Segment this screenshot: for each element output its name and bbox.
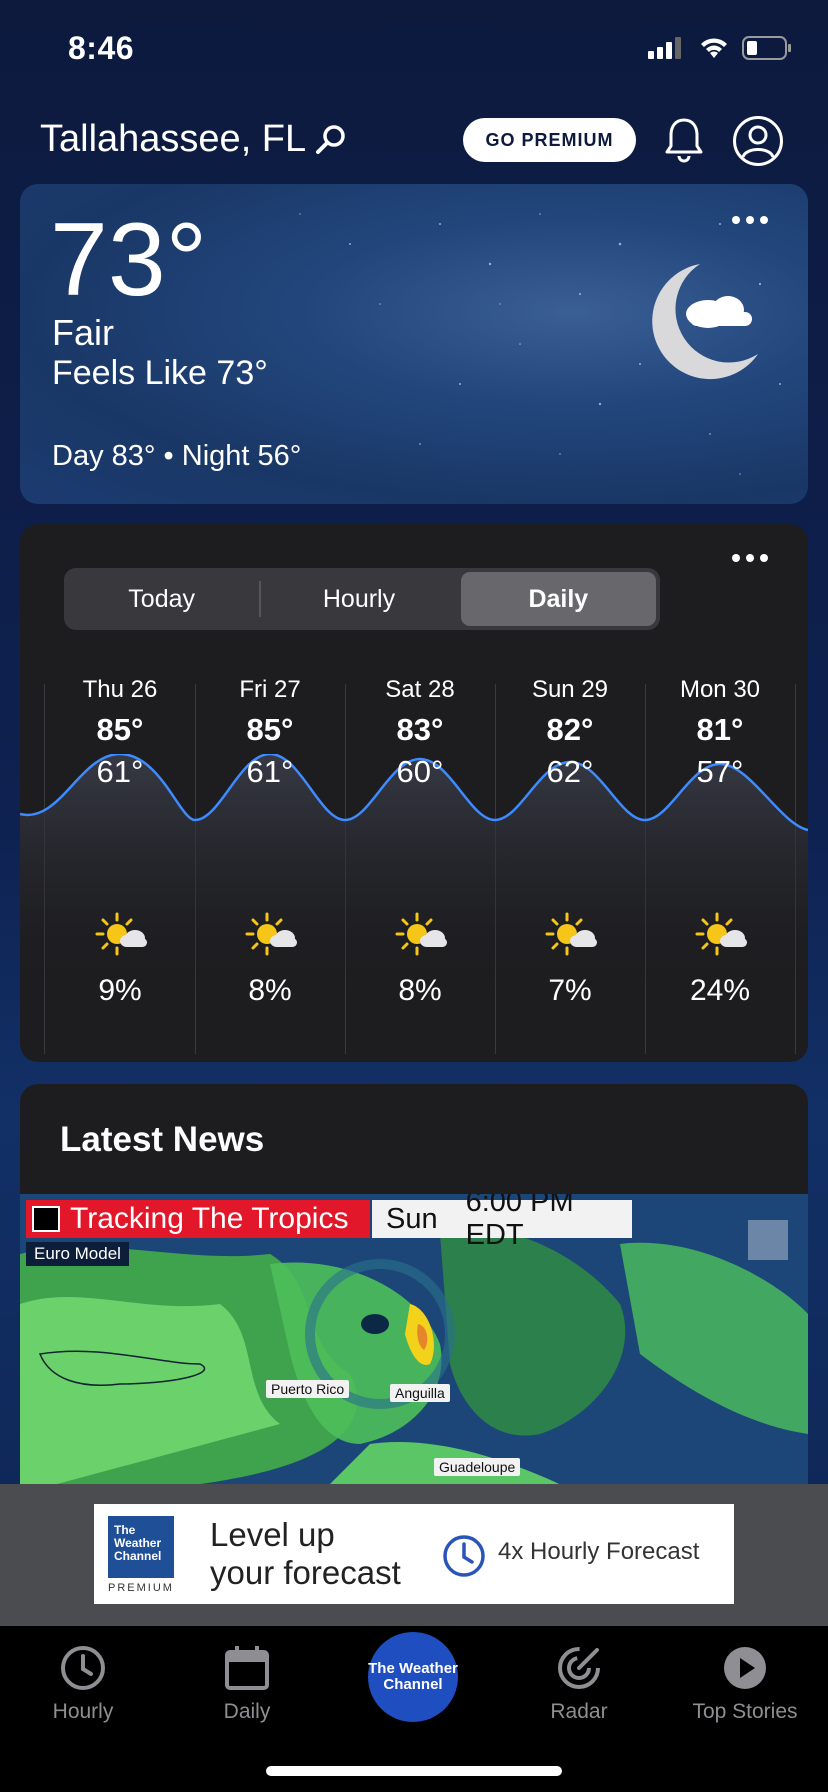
map-label-puerto-rico: Puerto Rico bbox=[266, 1380, 350, 1398]
home-indicator bbox=[266, 1766, 562, 1776]
day-precip: 8% bbox=[398, 974, 442, 1007]
battery-icon bbox=[742, 36, 791, 60]
ad-headline-line1: Level up bbox=[210, 1516, 335, 1553]
ad-headline-line2: your forecast bbox=[210, 1554, 401, 1591]
status-icons bbox=[648, 36, 792, 60]
day-column-sun[interactable]: Sun 29 82° 62° 7% bbox=[495, 674, 645, 1007]
twc-watermark-icon bbox=[748, 1220, 788, 1260]
go-premium-button[interactable]: GO PREMIUM bbox=[463, 118, 636, 162]
day-precip: 24% bbox=[689, 974, 751, 1007]
play-icon bbox=[724, 1647, 766, 1689]
day-name: Fri 27 bbox=[239, 676, 301, 703]
tab-hourly[interactable]: Hourly bbox=[261, 568, 456, 630]
day-name: Mon 30 bbox=[679, 676, 761, 703]
wifi-icon bbox=[701, 38, 727, 58]
twc-logo: The Weather Channel bbox=[108, 1516, 174, 1578]
day-night-temps: Day 83° • Night 56° bbox=[52, 440, 302, 472]
forecast-segmented-control: Today Hourly Daily bbox=[64, 568, 660, 630]
day-precip: 8% bbox=[248, 974, 292, 1007]
map-label-guadeloupe: Guadeloupe bbox=[434, 1458, 521, 1476]
app-header: Tallahassee, FL GO PREMIUM bbox=[0, 110, 828, 170]
partly-sunny-icon bbox=[395, 912, 447, 956]
latest-news-card: Latest News Tracking The Tropics Sun 6:0… bbox=[20, 1084, 808, 1484]
map-label-anguilla: Anguilla bbox=[390, 1384, 450, 1402]
feels-like: Feels Like 73° bbox=[52, 354, 268, 392]
radar-icon bbox=[558, 1647, 600, 1689]
day-high: 81° bbox=[696, 712, 744, 747]
ad-logo-sub: PREMIUM bbox=[108, 1582, 174, 1594]
search-icon bbox=[316, 124, 345, 154]
banner-time: 6:00 PM EDT bbox=[465, 1194, 574, 1251]
clock-icon bbox=[61, 1646, 105, 1690]
day-high: 83° bbox=[396, 712, 444, 747]
day-column-mon[interactable]: Mon 30 81° 57° 24% bbox=[645, 674, 795, 1007]
tab-label: Daily bbox=[223, 1700, 271, 1723]
tab-hourly-nav[interactable]: Hourly bbox=[8, 1642, 158, 1724]
current-condition: Fair bbox=[52, 312, 114, 353]
day-low: 60° bbox=[396, 754, 444, 789]
news-banner: Tracking The Tropics bbox=[26, 1200, 370, 1238]
day-low: 62° bbox=[546, 754, 594, 789]
day-precip: 9% bbox=[98, 974, 142, 1007]
day-low: 57° bbox=[696, 754, 744, 789]
partly-sunny-icon bbox=[245, 912, 297, 956]
tab-daily-nav[interactable]: Daily bbox=[172, 1642, 322, 1724]
current-conditions-card[interactable]: 73° Fair Feels Like 73° Day 83° • Night … bbox=[20, 184, 808, 504]
day-name: Sun 29 bbox=[531, 676, 609, 703]
day-column-thu[interactable]: Thu 26 85° 61° 9% bbox=[45, 674, 195, 1007]
tab-radar-nav[interactable]: Radar bbox=[504, 1642, 654, 1724]
day-high: 85° bbox=[246, 712, 294, 747]
clock-icon bbox=[443, 1535, 485, 1577]
status-bar: 8:46 bbox=[0, 0, 828, 90]
ad-headline: Level up your forecast bbox=[210, 1516, 401, 1592]
day-precip: 7% bbox=[548, 974, 592, 1007]
location-selector[interactable]: Tallahassee, FL bbox=[40, 118, 348, 161]
partly-sunny-icon bbox=[95, 912, 147, 956]
day-high: 82° bbox=[546, 712, 594, 747]
banner-day: Sun bbox=[386, 1202, 438, 1235]
tab-daily[interactable]: Daily bbox=[460, 572, 656, 626]
signal-icon bbox=[648, 37, 681, 59]
day-high: 85° bbox=[96, 712, 144, 747]
location-name: Tallahassee, FL bbox=[40, 118, 307, 160]
day-name: Thu 26 bbox=[82, 676, 158, 703]
tab-label: Radar bbox=[550, 1700, 608, 1723]
tab-label: Hourly bbox=[52, 1700, 114, 1723]
banner-square bbox=[32, 1206, 60, 1232]
bottom-tab-bar: Hourly Daily The Weather Channel Radar T… bbox=[0, 1626, 828, 1792]
daily-forecast-list: Thu 26 85° 61° 9% Fri 27 85° 61° 8% Sat … bbox=[20, 674, 808, 1054]
moon-cloud-icon bbox=[652, 264, 758, 380]
day-name: Sat 28 bbox=[385, 676, 455, 703]
banner-title: Tracking The Tropics bbox=[70, 1202, 349, 1235]
model-label: Euro Model bbox=[26, 1242, 129, 1266]
ad-cta: 4x Hourly Forecast bbox=[498, 1538, 700, 1565]
tab-label: Top Stories bbox=[692, 1700, 798, 1723]
partly-sunny-icon bbox=[695, 912, 747, 956]
day-low: 61° bbox=[96, 754, 144, 789]
current-more-icon[interactable] bbox=[732, 216, 768, 224]
forecast-more-icon[interactable] bbox=[732, 554, 768, 562]
tab-today[interactable]: Today bbox=[64, 568, 259, 630]
news-banner-time: Sun 6:00 PM EDT bbox=[372, 1194, 632, 1251]
news-section-title: Latest News bbox=[60, 1120, 265, 1159]
calendar-icon bbox=[225, 1646, 269, 1690]
current-temperature: 73° bbox=[50, 202, 208, 318]
bell-icon[interactable] bbox=[664, 116, 704, 164]
ad-bar: The Weather Channel PREMIUM Level up you… bbox=[0, 1484, 828, 1626]
twc-home-button[interactable]: The Weather Channel bbox=[368, 1632, 458, 1722]
day-column-sat[interactable]: Sat 28 83° 60° 8% bbox=[345, 674, 495, 1007]
premium-ad[interactable]: The Weather Channel PREMIUM Level up you… bbox=[94, 1504, 734, 1604]
day-column-fri[interactable]: Fri 27 85° 61° 8% bbox=[195, 674, 345, 1007]
day-low: 61° bbox=[246, 754, 294, 789]
partly-sunny-icon bbox=[545, 912, 597, 956]
profile-icon[interactable] bbox=[732, 115, 784, 167]
status-time: 8:46 bbox=[68, 30, 135, 66]
forecast-card: Today Hourly Daily Thu 26 85° 61° 9% Fri… bbox=[20, 524, 808, 1062]
news-video-thumbnail[interactable]: Tracking The Tropics Sun 6:00 PM EDT Eur… bbox=[20, 1194, 808, 1484]
tab-top-stories-nav[interactable]: Top Stories bbox=[670, 1642, 820, 1724]
